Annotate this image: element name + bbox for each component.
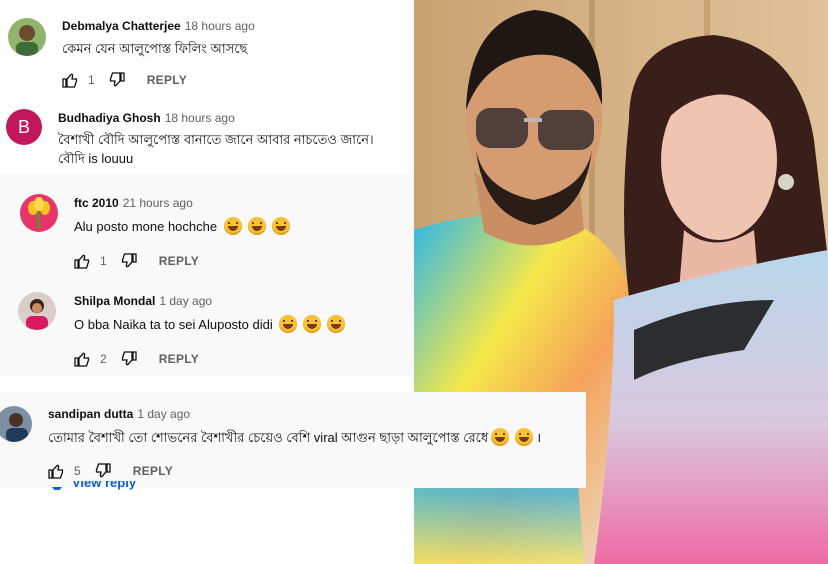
joy-emoji-icon xyxy=(303,315,322,333)
comment-author[interactable]: Debmalya Chatterjee 18 hours ago xyxy=(62,19,255,33)
comment-2: B Budhadiya Ghosh 18 hours ago বৈশাখী বৌদ… xyxy=(0,96,396,174)
dislike-icon[interactable] xyxy=(109,72,125,88)
comment-text-row: Alu posto mone hochche xyxy=(74,217,293,237)
comment-time[interactable]: 18 hours ago xyxy=(185,19,255,33)
like-count: 2 xyxy=(100,352,107,366)
comment-text-row: O bba Naika ta to sei Aluposto didi xyxy=(74,315,348,335)
avatar[interactable] xyxy=(18,292,56,330)
comment-1: Debmalya Chatterjee 18 hours ago কেমন যেন… xyxy=(0,0,376,96)
comment-text-line-2: বৌদি is louuu xyxy=(58,151,134,166)
joy-emoji-icon xyxy=(515,428,534,446)
author-name[interactable]: Budhadiya Ghosh xyxy=(58,111,161,125)
reply-button[interactable]: REPLY xyxy=(133,464,173,478)
avatar-letter: B xyxy=(17,117,30,137)
comment-actions: 5 REPLY xyxy=(48,462,173,480)
view-reply-link[interactable]: View reply xyxy=(52,481,136,490)
joy-emoji-icon xyxy=(327,315,346,333)
comment-text-end: । xyxy=(536,430,542,445)
reply-button[interactable]: REPLY xyxy=(159,352,199,366)
author-name[interactable]: sandipan dutta xyxy=(48,407,133,421)
like-icon[interactable] xyxy=(74,351,90,367)
comment-text: Alu posto mone hochche xyxy=(74,219,218,234)
comment-text: O bba Naika ta to sei Aluposto didi xyxy=(74,317,273,332)
comment-author[interactable]: ftc 2010 21 hours ago xyxy=(74,196,193,210)
dislike-icon[interactable] xyxy=(121,351,137,367)
comment-actions: 1 REPLY xyxy=(62,71,187,89)
like-icon[interactable] xyxy=(62,72,78,88)
comment-author[interactable]: Shilpa Mondal 1 day ago xyxy=(74,294,212,308)
comment-time[interactable]: 1 day ago xyxy=(159,294,212,308)
like-icon[interactable] xyxy=(74,253,90,269)
view-reply-label: View reply xyxy=(72,481,137,490)
comment-author[interactable]: sandipan dutta 1 day ago xyxy=(48,407,190,421)
reply-button[interactable]: REPLY xyxy=(159,254,199,268)
comment-4: Shilpa Mondal 1 day ago O bba Naika ta to… xyxy=(0,272,414,376)
comment-text-line-1: বৈশাখী বৌদি আলুপোস্ত বানাতে জানে আবার না… xyxy=(58,132,374,147)
joy-emoji-icon xyxy=(279,315,298,333)
reply-button[interactable]: REPLY xyxy=(147,73,187,87)
rofl-emoji-icon xyxy=(223,217,242,235)
avatar[interactable]: B xyxy=(6,109,42,145)
dislike-icon[interactable] xyxy=(121,253,137,269)
author-name[interactable]: Debmalya Chatterjee xyxy=(62,19,181,33)
comment-5: sandipan dutta 1 day ago তোমার বৈশাখী তো … xyxy=(0,392,586,488)
comment-actions: 2 REPLY xyxy=(74,350,199,368)
comment-text-row: তোমার বৈশাখী তো শোভনের বৈশাখীর চেয়েও বে… xyxy=(48,428,541,448)
like-count: 1 xyxy=(100,254,107,268)
avatar[interactable] xyxy=(8,18,46,56)
comment-actions: 1 REPLY xyxy=(74,252,199,270)
chevron-down-icon xyxy=(52,486,62,490)
comment-time[interactable]: 21 hours ago xyxy=(123,196,193,210)
comment-author[interactable]: Budhadiya Ghosh 18 hours ago xyxy=(58,111,235,125)
dislike-icon[interactable] xyxy=(95,463,111,479)
author-name[interactable]: ftc 2010 xyxy=(74,196,119,210)
author-name[interactable]: Shilpa Mondal xyxy=(74,294,155,308)
comment-text: কেমন যেন আলুপোস্ত ফিলিং আসছে xyxy=(62,41,248,56)
rofl-emoji-icon xyxy=(247,217,266,235)
avatar[interactable] xyxy=(20,194,58,232)
like-icon[interactable] xyxy=(48,463,64,479)
avatar[interactable] xyxy=(0,406,32,442)
comment-text: তোমার বৈশাখী তো শোভনের বৈশাখীর চেয়েও বে… xyxy=(48,430,489,445)
comment-time[interactable]: 18 hours ago xyxy=(165,111,235,125)
rofl-emoji-icon xyxy=(271,217,290,235)
like-count: 5 xyxy=(74,464,81,478)
joy-emoji-icon xyxy=(491,428,510,446)
comment-3: ftc 2010 21 hours ago Alu posto mone hoch… xyxy=(0,174,414,272)
comment-time[interactable]: 1 day ago xyxy=(137,407,190,421)
like-count: 1 xyxy=(88,73,95,87)
